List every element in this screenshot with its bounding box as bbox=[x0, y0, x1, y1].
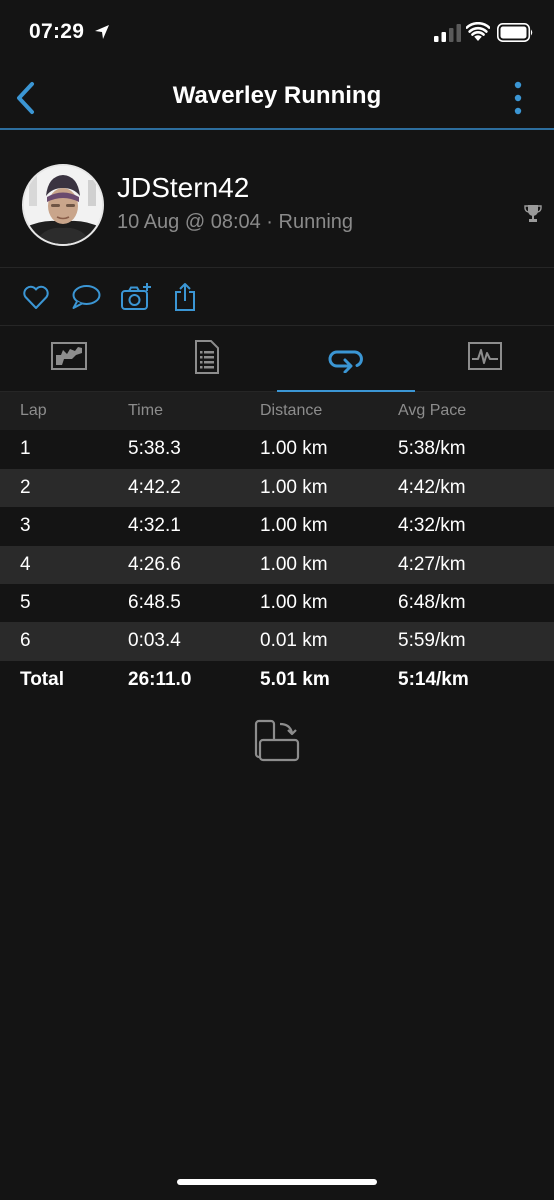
lap-pace: 4:42/km bbox=[398, 476, 466, 498]
lap-time: 4:26.6 bbox=[128, 553, 181, 575]
lap-time: 5:38.3 bbox=[128, 438, 181, 460]
avatar-photo bbox=[24, 166, 102, 244]
share-icon[interactable] bbox=[173, 282, 197, 312]
rotate-device-icon[interactable] bbox=[252, 718, 304, 766]
status-bar: 07:29 bbox=[0, 0, 554, 68]
nav-bar: Waverley Running bbox=[0, 68, 554, 130]
lap-pace: 5:59/km bbox=[398, 630, 466, 652]
page-title: Waverley Running bbox=[172, 82, 382, 109]
lap-number: 6 bbox=[20, 630, 31, 652]
lap-pace: 4:27/km bbox=[398, 553, 466, 575]
laps-table: Lap Time Distance Avg Pace 1 5:38.3 1.00… bbox=[0, 392, 554, 700]
total-time: 26:11.0 bbox=[128, 668, 192, 690]
column-header-lap: Lap bbox=[20, 402, 47, 419]
table-header: Lap Time Distance Avg Pace bbox=[0, 392, 554, 431]
more-options-button[interactable] bbox=[508, 80, 528, 116]
heart-icon[interactable] bbox=[22, 282, 50, 312]
action-row bbox=[0, 268, 554, 326]
battery-icon bbox=[497, 23, 533, 42]
total-distance: 5.01 km bbox=[260, 668, 330, 690]
activity-screen: 07:29 Waverley Running JDStern42 10 Aug … bbox=[0, 0, 554, 1200]
avatar[interactable] bbox=[22, 164, 104, 246]
lap-time: 6:48.5 bbox=[128, 591, 181, 613]
lap-distance: 1.00 km bbox=[260, 515, 328, 537]
location-arrow-icon bbox=[95, 25, 109, 39]
activity-header: JDStern42 10 Aug @ 08:04 · Running bbox=[0, 132, 554, 268]
details-icon bbox=[195, 340, 219, 374]
table-row[interactable]: 4 4:26.6 1.00 km 4:27/km bbox=[0, 545, 554, 584]
home-indicator[interactable] bbox=[177, 1179, 377, 1185]
table-total-row: Total 26:11.0 5.01 km 5:14/km bbox=[0, 660, 554, 700]
column-header-distance: Distance bbox=[260, 402, 323, 419]
table-row[interactable]: 1 5:38.3 1.00 km 5:38/km bbox=[0, 430, 554, 469]
graph-icon bbox=[468, 342, 502, 370]
lap-distance: 0.01 km bbox=[260, 630, 328, 652]
table-row[interactable]: 3 4:32.1 1.00 km 4:32/km bbox=[0, 507, 554, 546]
tab-map[interactable] bbox=[0, 326, 138, 392]
lap-distance: 1.00 km bbox=[260, 438, 328, 460]
lap-pace: 4:32/km bbox=[398, 515, 466, 537]
table-row[interactable]: 5 6:48.5 1.00 km 6:48/km bbox=[0, 583, 554, 623]
lap-distance: 1.00 km bbox=[260, 476, 328, 498]
lap-distance: 1.00 km bbox=[260, 553, 328, 575]
lap-number: 3 bbox=[20, 515, 31, 537]
lap-distance: 1.00 km bbox=[260, 591, 328, 613]
lap-time: 4:42.2 bbox=[128, 476, 181, 498]
column-header-pace: Avg Pace bbox=[398, 402, 467, 419]
lap-time: 4:32.1 bbox=[128, 515, 181, 537]
activity-tabs bbox=[0, 326, 554, 393]
lap-pace: 5:38/km bbox=[398, 438, 466, 460]
wifi-icon bbox=[466, 22, 490, 41]
lap-number: 2 bbox=[20, 476, 31, 498]
status-time: 07:29 bbox=[29, 20, 85, 43]
activity-meta: 10 Aug @ 08:04 · Running bbox=[117, 211, 354, 233]
lap-number: 5 bbox=[20, 591, 31, 613]
column-header-time: Time bbox=[128, 402, 163, 419]
table-row[interactable]: 6 0:03.4 0.01 km 5:59/km bbox=[0, 622, 554, 661]
total-label: Total bbox=[20, 668, 64, 690]
lap-number: 4 bbox=[20, 553, 31, 575]
tab-details[interactable] bbox=[138, 326, 276, 392]
username[interactable]: JDStern42 bbox=[117, 172, 249, 204]
tab-laps[interactable] bbox=[277, 326, 415, 393]
lap-pace: 6:48/km bbox=[398, 591, 466, 613]
lap-time: 0:03.4 bbox=[128, 630, 181, 652]
lap-number: 1 bbox=[20, 438, 31, 460]
add-photo-icon[interactable] bbox=[120, 282, 152, 312]
laps-icon bbox=[328, 350, 363, 373]
table-row[interactable]: 2 4:42.2 1.00 km 4:42/km bbox=[0, 468, 554, 508]
cellular-signal-icon bbox=[434, 24, 461, 42]
map-chart-icon bbox=[51, 342, 87, 370]
total-pace: 5:14/km bbox=[398, 668, 469, 690]
comment-icon[interactable] bbox=[70, 282, 102, 312]
trophy-icon[interactable] bbox=[524, 204, 542, 224]
tab-graphs[interactable] bbox=[416, 326, 554, 392]
